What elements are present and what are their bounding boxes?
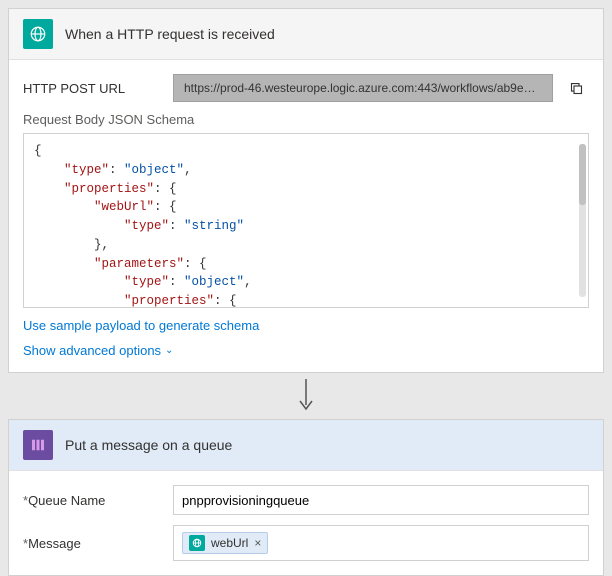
http-url-field[interactable]: https://prod-46.westeurope.logic.azure.c…: [173, 74, 553, 102]
message-label: *Message: [23, 536, 163, 551]
token-label: webUrl: [211, 536, 248, 550]
schema-label: Request Body JSON Schema: [23, 112, 589, 127]
http-trigger-card: When a HTTP request is received HTTP POS…: [8, 8, 604, 373]
queue-name-input[interactable]: [173, 485, 589, 515]
http-url-label: HTTP POST URL: [23, 81, 163, 96]
queue-action-card: Put a message on a queue *Queue Name *Me…: [8, 419, 604, 576]
advanced-options-link[interactable]: Show advanced options ⌄: [23, 343, 173, 358]
http-trigger-header[interactable]: When a HTTP request is received: [9, 9, 603, 60]
globe-icon: [189, 535, 205, 551]
message-input[interactable]: webUrl ×: [173, 525, 589, 561]
queue-action-header[interactable]: Put a message on a queue: [9, 420, 603, 471]
scrollbar[interactable]: [579, 144, 586, 297]
queue-icon: [23, 430, 53, 460]
copy-icon[interactable]: [563, 75, 589, 101]
http-trigger-body: HTTP POST URL https://prod-46.westeurope…: [9, 60, 603, 372]
connector-arrow: [0, 379, 612, 413]
token-remove-icon[interactable]: ×: [254, 536, 261, 550]
schema-editor[interactable]: { "type": "object", "properties": { "web…: [23, 133, 589, 308]
queue-action-title: Put a message on a queue: [65, 437, 232, 453]
sample-payload-link[interactable]: Use sample payload to generate schema: [23, 318, 259, 333]
queue-action-body: *Queue Name *Message webUrl ×: [9, 471, 603, 575]
chevron-down-icon: ⌄: [165, 345, 173, 356]
queue-name-label: *Queue Name: [23, 493, 163, 508]
dynamic-token-weburl[interactable]: webUrl ×: [182, 532, 268, 554]
globe-icon: [23, 19, 53, 49]
http-trigger-title: When a HTTP request is received: [65, 26, 275, 42]
